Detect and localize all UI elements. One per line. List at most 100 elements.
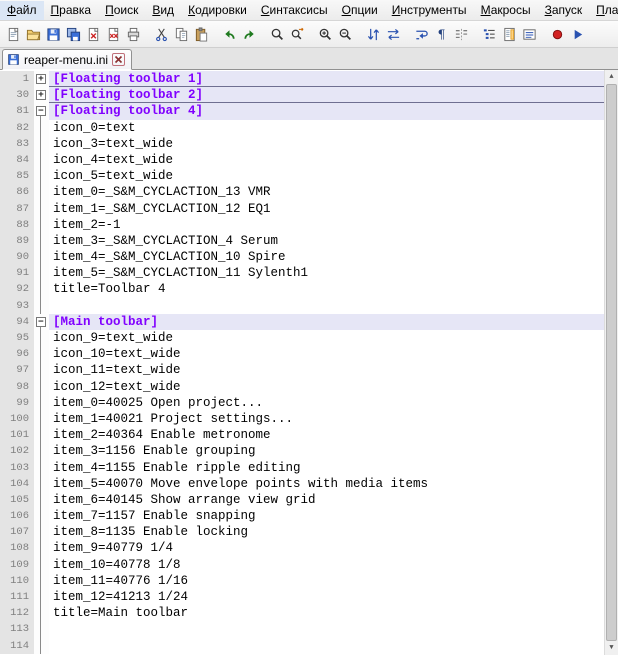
editor-row[interactable]: 105 item_6=40145 Show arrange view grid: [0, 491, 604, 509]
close-all-icon[interactable]: [103, 23, 123, 45]
editor-row[interactable]: 104 item_5=40070 Move envelope points wit…: [0, 475, 604, 492]
undo-icon[interactable]: [219, 23, 239, 45]
editor-row[interactable]: 103 item_4=1155 Enable ripple editing: [0, 459, 604, 476]
line-text: item_6=40145 Show arrange view grid: [53, 492, 316, 507]
line-text: [49, 621, 604, 637]
editor-row[interactable]: 98 icon_12=text_wide: [0, 378, 604, 395]
save-icon[interactable]: [43, 23, 63, 45]
fold-margin: [34, 556, 49, 573]
close-icon[interactable]: [83, 23, 103, 45]
menu-item[interactable]: Правка: [44, 1, 99, 20]
fold-collapse-icon[interactable]: −: [36, 106, 46, 117]
editor-row[interactable]: 102 item_3=1156 Enable grouping: [0, 443, 604, 460]
editor-row[interactable]: 92 title=Toolbar 4: [0, 281, 604, 298]
vertical-scrollbar[interactable]: [604, 70, 618, 655]
editor-row[interactable]: 30 + [Floating toolbar 2]: [0, 87, 604, 104]
menu-item[interactable]: Поиск: [98, 1, 145, 20]
fold-expand-icon[interactable]: +: [36, 90, 46, 101]
line-text: item_2=-1: [53, 217, 121, 232]
editor-row[interactable]: 96 icon_10=text_wide: [0, 346, 604, 363]
editor-row[interactable]: 84 icon_4=text_wide: [0, 151, 604, 169]
line-text: item_11=40776 1/16: [53, 573, 189, 588]
line-text: icon_9=text_wide: [53, 331, 174, 345]
fold-expand-icon[interactable]: +: [36, 74, 46, 84]
menu-item[interactable]: Инструменты: [385, 1, 474, 20]
new-file-icon[interactable]: [3, 23, 23, 45]
fold-margin: [34, 168, 49, 185]
editor-row[interactable]: 99 item_0=40025 Open project...: [0, 394, 604, 411]
editor-row[interactable]: 93: [0, 297, 604, 314]
line-number: 103: [0, 459, 34, 476]
editor-row[interactable]: 97 icon_11=text_wide: [0, 362, 604, 379]
editor-row[interactable]: 108 item_9=40779 1/4: [0, 540, 604, 557]
scroll-up-arrow[interactable]: [605, 70, 618, 84]
editor-row[interactable]: 83 icon_3=text_wide: [0, 135, 604, 152]
menu-item[interactable]: Опции: [335, 1, 385, 20]
document-map-icon[interactable]: [499, 23, 519, 45]
menu-item[interactable]: Макросы: [474, 1, 538, 20]
cut-icon[interactable]: [151, 23, 171, 45]
zoom-in-icon[interactable]: [315, 23, 335, 45]
menu-item[interactable]: Файл: [0, 0, 44, 20]
editor-row[interactable]: 100 item_1=40021 Project settings...: [0, 410, 604, 428]
paste-icon[interactable]: [191, 23, 211, 45]
scrollbar-thumb[interactable]: [606, 84, 617, 641]
copy-icon[interactable]: [171, 23, 191, 45]
print-icon[interactable]: [123, 23, 143, 45]
line-text: item_4=_S&M_CYCLACTION_10 Spire: [53, 250, 286, 265]
fold-collapse-icon[interactable]: −: [36, 316, 46, 327]
editor-row[interactable]: 88 item_2=-1: [0, 216, 604, 233]
editor-row[interactable]: 114: [0, 637, 604, 654]
save-all-icon[interactable]: [63, 23, 83, 45]
editor-row[interactable]: 107 item_8=1135 Enable locking: [0, 524, 604, 541]
editor-row[interactable]: 101 item_2=40364 Enable metronome: [0, 427, 604, 444]
tab-reaper-menu-ini[interactable]: reaper-menu.ini: [2, 49, 133, 70]
editor-row[interactable]: 82 icon_0=text: [0, 119, 604, 136]
editor-row[interactable]: 112 title=Main toolbar: [0, 605, 604, 622]
editor-row[interactable]: 91 item_5=_S&M_CYCLACTION_11 Sylenth1: [0, 265, 604, 282]
editor-row[interactable]: 86 item_0=_S&M_CYCLACTION_13 VMR: [0, 184, 604, 201]
menu-item[interactable]: Кодировки: [181, 1, 254, 20]
editor-row[interactable]: 109 item_10=40778 1/8: [0, 556, 604, 573]
macro-play-icon[interactable]: [567, 23, 587, 45]
find-icon[interactable]: [267, 23, 287, 45]
macro-record-icon[interactable]: [547, 23, 567, 45]
open-folder-icon[interactable]: [23, 23, 43, 45]
editor-row[interactable]: 95 icon_9=text_wide: [0, 330, 604, 347]
fold-line: [40, 605, 41, 622]
replace-icon[interactable]: [287, 23, 307, 45]
sync-vertical-icon[interactable]: [363, 23, 383, 45]
line-number: 107: [0, 524, 34, 541]
scroll-down-arrow[interactable]: [605, 641, 618, 655]
menu-item[interactable]: Синтаксисы: [254, 1, 335, 20]
line-number: 88: [0, 216, 34, 233]
editor-row[interactable]: 85 icon_5=text_wide: [0, 168, 604, 185]
editor-row[interactable]: 81− [Floating toolbar 4]: [0, 103, 604, 120]
zoom-out-icon[interactable]: [335, 23, 355, 45]
function-list-icon[interactable]: [479, 23, 499, 45]
editor-row[interactable]: 110 item_11=40776 1/16: [0, 572, 604, 589]
word-wrap-icon[interactable]: [411, 23, 431, 45]
sync-horizontal-icon[interactable]: [383, 23, 403, 45]
editor[interactable]: 1 + [Floating toolbar 1] 30 + [Floating toolb…: [0, 70, 618, 655]
redo-icon[interactable]: [239, 23, 259, 45]
editor-row[interactable]: 94− [Main toolbar]: [0, 313, 604, 330]
menu-item[interactable]: Плагины: [589, 1, 618, 20]
show-all-chars-icon[interactable]: ¶: [431, 23, 451, 45]
document-list-icon[interactable]: [519, 23, 539, 45]
editor-row[interactable]: 90 item_4=_S&M_CYCLACTION_10 Spire: [0, 249, 604, 266]
line-number: 105: [0, 491, 34, 509]
fold-line: [40, 168, 41, 185]
editor-row[interactable]: 87 item_1=_S&M_CYCLACTION_12 EQ1: [0, 200, 604, 217]
indent-guide-icon[interactable]: [451, 23, 471, 45]
menu-item[interactable]: Запуск: [538, 1, 590, 20]
editor-row[interactable]: 111 item_12=41213 1/24: [0, 589, 604, 606]
menu-item[interactable]: Вид: [145, 1, 181, 20]
editor-row[interactable]: 113: [0, 621, 604, 638]
fold-margin: [34, 621, 49, 638]
fold-margin: [34, 232, 49, 250]
close-icon[interactable]: [112, 53, 126, 66]
editor-row[interactable]: 106 item_7=1157 Enable snapping: [0, 508, 604, 525]
editor-row[interactable]: 89 item_3=_S&M_CYCLACTION_4 Serum: [0, 232, 604, 250]
editor-row[interactable]: 1 + [Floating toolbar 1]: [0, 71, 604, 88]
